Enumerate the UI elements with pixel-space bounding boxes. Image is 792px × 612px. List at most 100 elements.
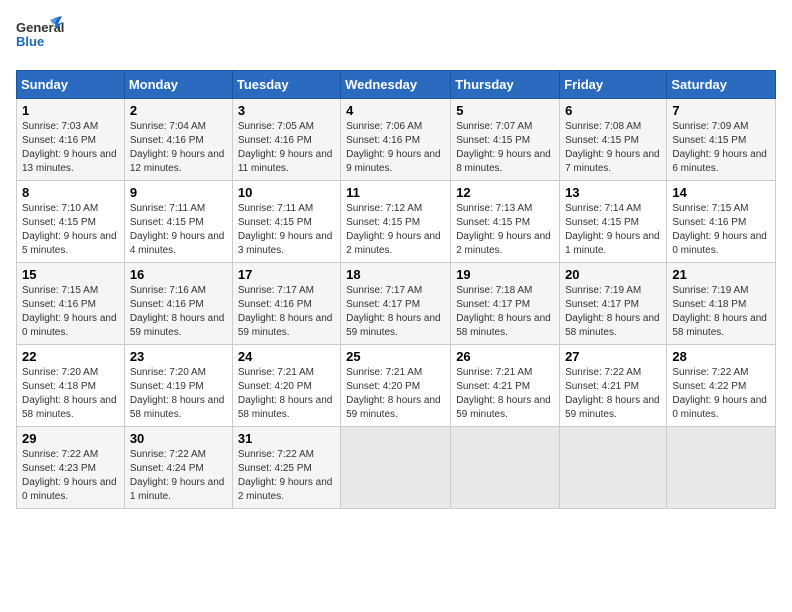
- day-number: 27: [565, 349, 661, 364]
- day-info: Sunrise: 7:09 AMSunset: 4:15 PMDaylight:…: [672, 120, 770, 176]
- day-number: 13: [565, 185, 661, 200]
- day-number: 1: [22, 103, 119, 118]
- day-number: 18: [346, 267, 445, 282]
- day-info: Sunrise: 7:21 AMSunset: 4:21 PMDaylight:…: [456, 366, 554, 422]
- day-number: 7: [672, 103, 770, 118]
- day-info: Sunrise: 7:22 AMSunset: 4:22 PMDaylight:…: [672, 366, 770, 422]
- day-info: Sunrise: 7:21 AMSunset: 4:20 PMDaylight:…: [346, 366, 445, 422]
- calendar-cell: [341, 427, 451, 509]
- header-sunday: Sunday: [17, 71, 125, 99]
- calendar-cell: 27 Sunrise: 7:22 AMSunset: 4:21 PMDayligh…: [560, 345, 667, 427]
- header: General Blue: [16, 16, 776, 60]
- calendar-cell: 2Sunrise: 7:04 AMSunset: 4:16 PMDaylight…: [124, 99, 232, 181]
- calendar-cell: 5Sunrise: 7:07 AMSunset: 4:15 PMDaylight…: [451, 99, 560, 181]
- svg-text:Blue: Blue: [16, 34, 44, 49]
- calendar-cell: 12 Sunrise: 7:13 AMSunset: 4:15 PMDayligh…: [451, 181, 560, 263]
- day-info: Sunrise: 7:20 AMSunset: 4:19 PMDaylight:…: [130, 366, 227, 422]
- day-info: Sunrise: 7:20 AMSunset: 4:18 PMDaylight:…: [22, 366, 119, 422]
- calendar-week-2: 8 Sunrise: 7:10 AMSunset: 4:15 PMDaylight…: [17, 181, 776, 263]
- day-number: 11: [346, 185, 445, 200]
- day-info: Sunrise: 7:17 AMSunset: 4:17 PMDaylight:…: [346, 284, 445, 340]
- day-info: Sunrise: 7:19 AMSunset: 4:17 PMDaylight:…: [565, 284, 661, 340]
- calendar-cell: 29Sunrise: 7:22 AMSunset: 4:23 PMDayligh…: [17, 427, 125, 509]
- calendar-cell: [667, 427, 776, 509]
- calendar-cell: 6 Sunrise: 7:08 AMSunset: 4:15 PMDaylight…: [560, 99, 667, 181]
- calendar-cell: 30 Sunrise: 7:22 AMSunset: 4:24 PMDayligh…: [124, 427, 232, 509]
- header-wednesday: Wednesday: [341, 71, 451, 99]
- calendar-cell: 21Sunrise: 7:19 AMSunset: 4:18 PMDayligh…: [667, 263, 776, 345]
- day-number: 22: [22, 349, 119, 364]
- day-number: 14: [672, 185, 770, 200]
- day-number: 2: [130, 103, 227, 118]
- calendar-cell: [451, 427, 560, 509]
- calendar-cell: 3 Sunrise: 7:05 AMSunset: 4:16 PMDaylight…: [232, 99, 340, 181]
- calendar-cell: 1 Sunrise: 7:03 AMSunset: 4:16 PMDaylight…: [17, 99, 125, 181]
- calendar-week-1: 1 Sunrise: 7:03 AMSunset: 4:16 PMDaylight…: [17, 99, 776, 181]
- day-info: Sunrise: 7:05 AMSunset: 4:16 PMDaylight:…: [238, 120, 335, 176]
- day-info: Sunrise: 7:06 AMSunset: 4:16 PMDaylight:…: [346, 120, 445, 176]
- header-thursday: Thursday: [451, 71, 560, 99]
- calendar-cell: 22 Sunrise: 7:20 AMSunset: 4:18 PMDayligh…: [17, 345, 125, 427]
- day-info: Sunrise: 7:10 AMSunset: 4:15 PMDaylight:…: [22, 202, 119, 258]
- logo: General Blue: [16, 16, 64, 60]
- day-info: Sunrise: 7:21 AMSunset: 4:20 PMDaylight:…: [238, 366, 335, 422]
- day-number: 16: [130, 267, 227, 282]
- day-number: 17: [238, 267, 335, 282]
- calendar-cell: 10 Sunrise: 7:11 AMSunset: 4:15 PMDayligh…: [232, 181, 340, 263]
- calendar-cell: 15Sunrise: 7:15 AMSunset: 4:16 PMDayligh…: [17, 263, 125, 345]
- day-info: Sunrise: 7:12 AMSunset: 4:15 PMDaylight:…: [346, 202, 445, 258]
- day-number: 4: [346, 103, 445, 118]
- day-number: 12: [456, 185, 554, 200]
- day-number: 21: [672, 267, 770, 282]
- day-info: Sunrise: 7:07 AMSunset: 4:15 PMDaylight:…: [456, 120, 554, 176]
- day-number: 28: [672, 349, 770, 364]
- calendar-cell: 23 Sunrise: 7:20 AMSunset: 4:19 PMDayligh…: [124, 345, 232, 427]
- day-info: Sunrise: 7:14 AMSunset: 4:15 PMDaylight:…: [565, 202, 661, 258]
- calendar-cell: 16 Sunrise: 7:16 AMSunset: 4:16 PMDayligh…: [124, 263, 232, 345]
- day-info: Sunrise: 7:15 AMSunset: 4:16 PMDaylight:…: [672, 202, 770, 258]
- day-info: Sunrise: 7:03 AMSunset: 4:16 PMDaylight:…: [22, 120, 119, 176]
- day-number: 19: [456, 267, 554, 282]
- day-number: 23: [130, 349, 227, 364]
- day-info: Sunrise: 7:22 AMSunset: 4:23 PMDaylight:…: [22, 448, 119, 504]
- calendar-cell: 31Sunrise: 7:22 AMSunset: 4:25 PMDayligh…: [232, 427, 340, 509]
- calendar-cell: 25Sunrise: 7:21 AMSunset: 4:20 PMDayligh…: [341, 345, 451, 427]
- day-number: 20: [565, 267, 661, 282]
- calendar-week-5: 29Sunrise: 7:22 AMSunset: 4:23 PMDayligh…: [17, 427, 776, 509]
- calendar-cell: [560, 427, 667, 509]
- calendar-cell: 19 Sunrise: 7:18 AMSunset: 4:17 PMDayligh…: [451, 263, 560, 345]
- header-monday: Monday: [124, 71, 232, 99]
- day-info: Sunrise: 7:22 AMSunset: 4:24 PMDaylight:…: [130, 448, 227, 504]
- calendar-cell: 11 Sunrise: 7:12 AMSunset: 4:15 PMDayligh…: [341, 181, 451, 263]
- calendar-header-row: SundayMondayTuesdayWednesdayThursdayFrid…: [17, 71, 776, 99]
- calendar-cell: 26 Sunrise: 7:21 AMSunset: 4:21 PMDayligh…: [451, 345, 560, 427]
- day-info: Sunrise: 7:16 AMSunset: 4:16 PMDaylight:…: [130, 284, 227, 340]
- day-info: Sunrise: 7:22 AMSunset: 4:21 PMDaylight:…: [565, 366, 661, 422]
- day-info: Sunrise: 7:15 AMSunset: 4:16 PMDaylight:…: [22, 284, 119, 340]
- header-tuesday: Tuesday: [232, 71, 340, 99]
- calendar-week-3: 15Sunrise: 7:15 AMSunset: 4:16 PMDayligh…: [17, 263, 776, 345]
- day-number: 3: [238, 103, 335, 118]
- header-friday: Friday: [560, 71, 667, 99]
- day-info: Sunrise: 7:22 AMSunset: 4:25 PMDaylight:…: [238, 448, 335, 504]
- day-number: 10: [238, 185, 335, 200]
- day-info: Sunrise: 7:11 AMSunset: 4:15 PMDaylight:…: [238, 202, 335, 258]
- calendar-cell: 20 Sunrise: 7:19 AMSunset: 4:17 PMDayligh…: [560, 263, 667, 345]
- day-number: 30: [130, 431, 227, 446]
- calendar-cell: 18 Sunrise: 7:17 AMSunset: 4:17 PMDayligh…: [341, 263, 451, 345]
- day-info: Sunrise: 7:18 AMSunset: 4:17 PMDaylight:…: [456, 284, 554, 340]
- calendar-cell: 4 Sunrise: 7:06 AMSunset: 4:16 PMDaylight…: [341, 99, 451, 181]
- day-info: Sunrise: 7:13 AMSunset: 4:15 PMDaylight:…: [456, 202, 554, 258]
- calendar-cell: 9Sunrise: 7:11 AMSunset: 4:15 PMDaylight…: [124, 181, 232, 263]
- day-info: Sunrise: 7:08 AMSunset: 4:15 PMDaylight:…: [565, 120, 661, 176]
- day-number: 8: [22, 185, 119, 200]
- day-number: 6: [565, 103, 661, 118]
- header-saturday: Saturday: [667, 71, 776, 99]
- logo-icon: General Blue: [16, 16, 64, 60]
- calendar-cell: 7 Sunrise: 7:09 AMSunset: 4:15 PMDaylight…: [667, 99, 776, 181]
- day-number: 26: [456, 349, 554, 364]
- calendar-cell: 13 Sunrise: 7:14 AMSunset: 4:15 PMDayligh…: [560, 181, 667, 263]
- calendar-table: SundayMondayTuesdayWednesdayThursdayFrid…: [16, 70, 776, 509]
- calendar-cell: 24 Sunrise: 7:21 AMSunset: 4:20 PMDayligh…: [232, 345, 340, 427]
- day-number: 24: [238, 349, 335, 364]
